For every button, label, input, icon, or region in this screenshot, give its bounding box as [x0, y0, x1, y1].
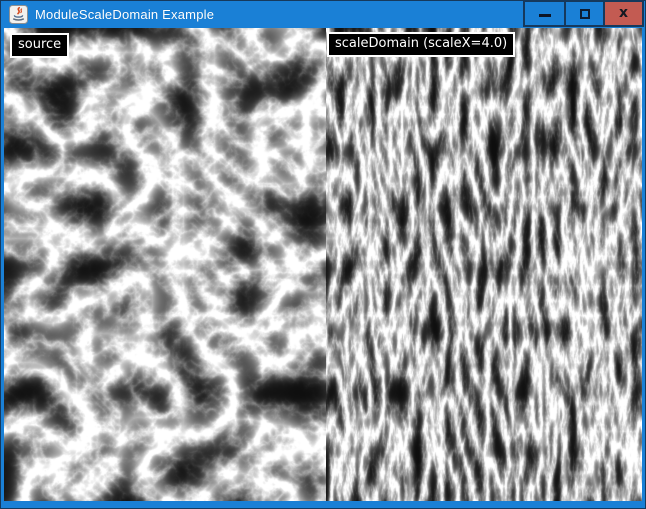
window-controls: x [523, 0, 644, 27]
window-title: ModuleScaleDomain Example [35, 7, 214, 22]
scaledomain-noise-canvas [326, 28, 642, 501]
source-label: source [10, 33, 69, 58]
titlebar[interactable]: ModuleScaleDomain Example x [1, 1, 645, 28]
render-area: source scaleDomain (scaleX=4.0) [4, 28, 642, 501]
minimize-icon [539, 14, 551, 17]
app-window: ModuleScaleDomain Example x source scale… [0, 0, 646, 509]
close-button[interactable]: x [603, 2, 642, 25]
close-icon: x [619, 6, 628, 21]
source-noise-canvas [4, 28, 326, 501]
scaledomain-label: scaleDomain (scaleX=4.0) [327, 32, 515, 57]
panel-source: source [4, 28, 326, 501]
java-coffee-icon[interactable] [9, 5, 28, 24]
maximize-button[interactable] [564, 2, 603, 25]
minimize-button[interactable] [525, 2, 564, 25]
maximize-icon [580, 9, 590, 19]
panel-scaledomain: scaleDomain (scaleX=4.0) [326, 28, 642, 501]
